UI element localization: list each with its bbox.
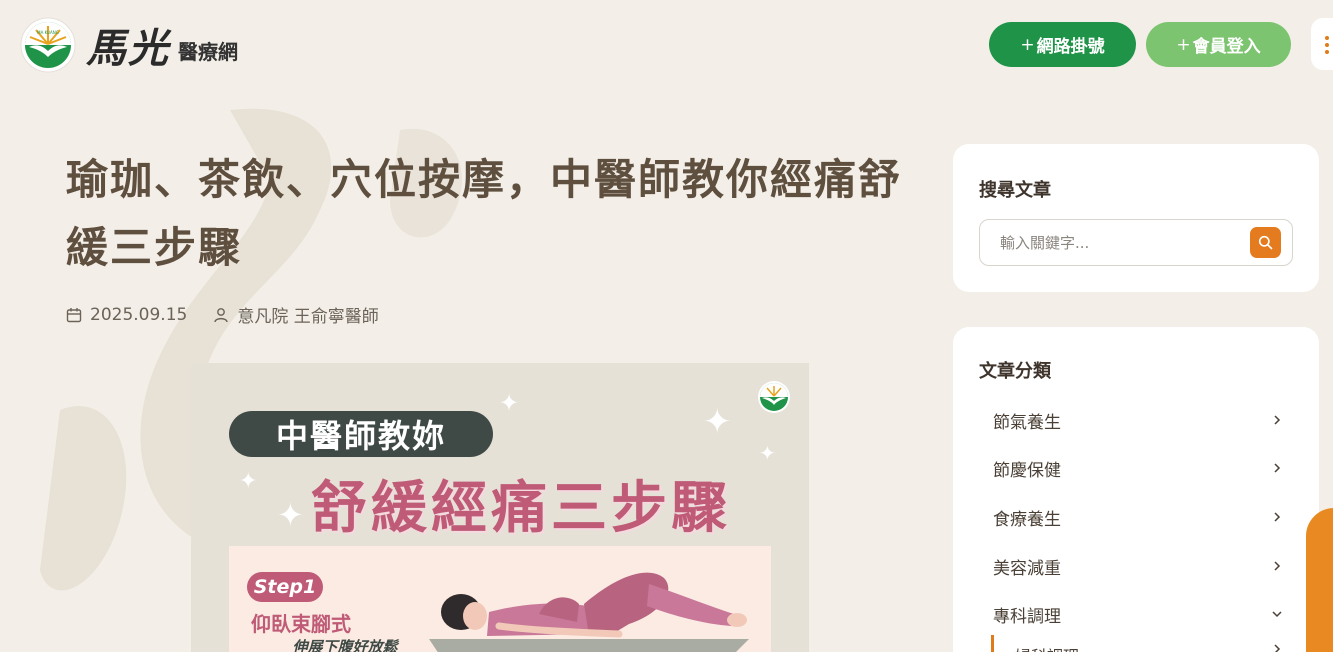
article-hero-image: ✦ ✦ ✦ ✦ ✦ 中醫師教妳 舒緩經痛三步驟 Step1 仰臥束腳式 _伸展下… xyxy=(191,363,809,652)
poster-step-card: Step1 仰臥束腳式 _伸展下腹好放鬆 xyxy=(229,546,771,652)
chevron-right-icon xyxy=(1274,415,1281,425)
category-label: 節慶保健 xyxy=(993,460,1061,481)
article-author: 意凡院 王俞寧醫師 xyxy=(237,307,379,327)
category-label: 節氣養生 xyxy=(993,412,1061,433)
search-card-title: 搜尋文章 xyxy=(979,180,1051,201)
article-date: 2025.09.15 xyxy=(90,304,188,325)
more-menu-button[interactable] xyxy=(1311,18,1333,70)
sparkle-icon: ✦ xyxy=(759,441,776,465)
more-dots-icon xyxy=(1325,36,1329,40)
site-logo[interactable]: MA KUANG 馬光 醫療網 xyxy=(20,16,238,74)
category-item[interactable]: 節慶保健 xyxy=(993,453,1283,483)
user-icon xyxy=(214,307,229,322)
chevron-right-icon xyxy=(1274,512,1281,522)
search-card: 搜尋文章 xyxy=(953,144,1319,292)
subcategory-item[interactable]: 婦科調理 xyxy=(1015,643,1283,652)
category-item[interactable]: 美容減重 xyxy=(993,551,1283,581)
plus-icon: + xyxy=(1020,34,1035,55)
category-card-title: 文章分類 xyxy=(979,361,1051,382)
step-title: 仰臥束腳式 xyxy=(251,612,351,636)
sparkle-icon: ✦ xyxy=(703,402,732,442)
category-item-expanded[interactable]: 專科調理 xyxy=(993,599,1283,629)
category-label: 美容減重 xyxy=(993,558,1061,579)
subcategory-label: 婦科調理 xyxy=(1015,643,1079,652)
logo-name: 馬光 xyxy=(86,25,170,72)
calendar-icon xyxy=(66,307,82,322)
poster-headline: 舒緩經痛三步驟 xyxy=(311,475,731,541)
category-label: 食療養生 xyxy=(993,509,1061,530)
category-card: 文章分類 節氣養生 節慶保健 食療養生 美容減重 專科調理 婦科調理 xyxy=(953,327,1319,652)
step-subtitle: _伸展下腹好放鬆 xyxy=(285,638,398,652)
search-button[interactable] xyxy=(1250,227,1281,258)
site-header: MA KUANG 馬光 醫療網 + 網路掛號 + 會員登入 xyxy=(0,0,1333,90)
article-title: 瑜珈、茶飲、穴位按摩，中醫師教你經痛舒緩三步驟 xyxy=(66,155,903,272)
chevron-down-icon xyxy=(1272,611,1282,618)
logo-badge-icon: MA KUANG xyxy=(20,17,76,73)
search-icon xyxy=(1258,235,1273,250)
plus-icon: + xyxy=(1176,34,1191,55)
category-item[interactable]: 食療養生 xyxy=(993,502,1283,532)
sparkle-icon: ✦ xyxy=(499,389,520,417)
member-login-button[interactable]: + 會員登入 xyxy=(1146,22,1291,67)
step-badge: Step1 xyxy=(247,572,323,602)
subcategory-indicator xyxy=(991,635,994,652)
poster-pill: 中醫師教妳 xyxy=(229,411,493,457)
chevron-right-icon xyxy=(1274,463,1281,473)
poster-logo-icon xyxy=(758,381,790,413)
logo-badge-text: MA KUANG xyxy=(37,30,59,35)
category-item[interactable]: 節氣養生 xyxy=(993,405,1283,435)
yoga-figure-illustration xyxy=(429,572,749,652)
article-meta: 2025.09.15 意凡院 王俞寧醫師 xyxy=(66,302,379,327)
search-input[interactable] xyxy=(980,220,1240,265)
category-label: 專科調理 xyxy=(993,606,1061,627)
sparkle-icon: ✦ xyxy=(239,469,258,494)
chevron-right-icon xyxy=(1274,561,1281,571)
member-login-label: 會員登入 xyxy=(1192,37,1261,57)
floating-side-tab[interactable] xyxy=(1306,508,1333,652)
online-registration-label: 網路掛號 xyxy=(1036,37,1105,57)
chevron-right-icon xyxy=(1274,644,1281,652)
logo-subtitle: 醫療網 xyxy=(178,39,238,64)
online-registration-button[interactable]: + 網路掛號 xyxy=(989,22,1136,67)
search-box xyxy=(979,219,1293,266)
sparkle-icon: ✦ xyxy=(277,496,304,534)
